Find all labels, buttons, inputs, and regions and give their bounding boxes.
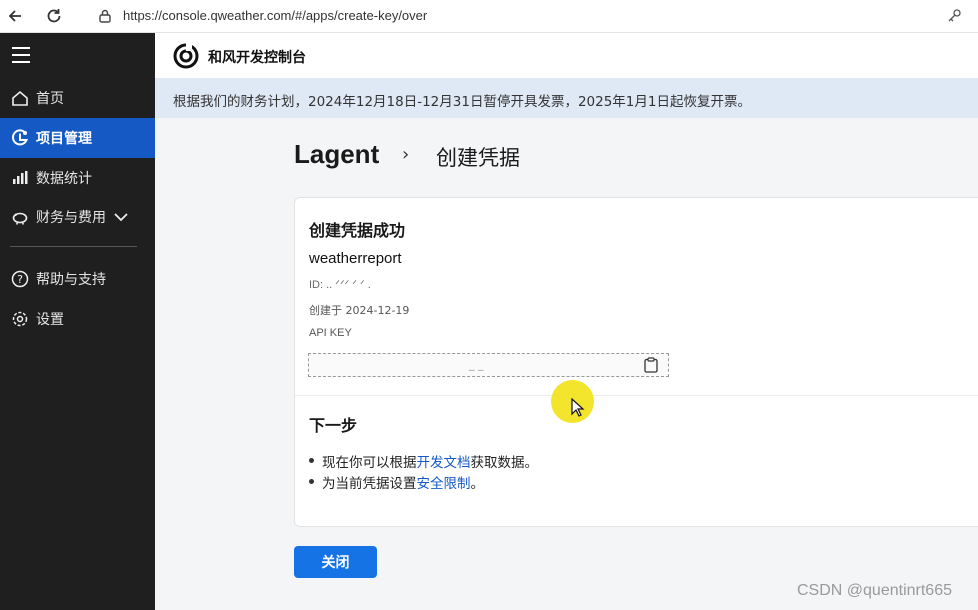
sidebar-item-label: 帮助与支持 xyxy=(36,272,106,288)
reload-button[interactable] xyxy=(42,4,66,28)
sidebar-item-home[interactable]: 首页 xyxy=(0,78,155,118)
sidebar-item-finance[interactable]: 财务与费用 xyxy=(0,197,155,237)
close-button[interactable]: 关闭 xyxy=(294,546,377,578)
sidebar-item-settings[interactable]: 设置 xyxy=(0,299,155,339)
sidebar-item-stats[interactable]: 数据统计 xyxy=(0,158,155,198)
sidebar-item-label: 财务与费用 xyxy=(36,210,106,226)
project-icon xyxy=(10,128,30,148)
reload-icon xyxy=(47,9,61,23)
sidebar-item-label: 数据统计 xyxy=(36,171,92,187)
credential-id: ID: .. ᐟᐟᐟ ᐟ ᐟ . xyxy=(309,279,371,291)
notice-text: 根据我们的财务计划，2024年12月18日-12月31日暂停开具发票，2025年… xyxy=(173,94,751,110)
qweather-logo-icon[interactable] xyxy=(173,43,199,69)
arrow-left-icon xyxy=(8,10,21,22)
hamburger-icon[interactable] xyxy=(12,47,30,63)
sidebar-divider xyxy=(10,246,137,247)
mouse-cursor-icon xyxy=(571,398,585,417)
step-suffix: 。 xyxy=(470,475,485,492)
home-icon xyxy=(10,88,30,108)
notice-banner: 根据我们的财务计划，2024年12月18日-12月31日暂停开具发票，2025年… xyxy=(155,78,978,118)
apikey-label: API KEY xyxy=(309,327,352,339)
clipboard-icon[interactable] xyxy=(644,357,658,373)
sidebar-item-label: 首页 xyxy=(36,91,64,107)
app-header: 和风开发控制台 xyxy=(155,33,978,78)
list-item: 为当前凭据设置 安全限制 。 xyxy=(309,471,538,492)
address-bar[interactable]: https://console.qweather.com/#/apps/crea… xyxy=(84,4,972,29)
credential-result-card: 创建凭据成功 weatherreport ID: .. ᐟᐟᐟ ᐟ ᐟ . 创建… xyxy=(294,197,978,527)
page-title: 创建凭据 xyxy=(436,146,520,170)
piggy-bank-icon xyxy=(10,207,30,227)
next-steps-list: 现在你可以根据 开发文档 获取数据。 为当前凭据设置 安全限制 。 xyxy=(309,450,538,492)
help-icon: ? xyxy=(10,269,30,289)
step-suffix: 获取数据。 xyxy=(470,454,539,471)
card-divider xyxy=(295,395,978,396)
bullet xyxy=(309,479,314,484)
sidebar-item-projects[interactable]: 项目管理 xyxy=(0,118,155,158)
gear-icon xyxy=(10,309,30,329)
url-text: https://console.qweather.com/#/apps/crea… xyxy=(123,8,428,23)
apikey-field[interactable]: _ _ xyxy=(308,353,669,377)
browser-toolbar: https://console.qweather.com/#/apps/crea… xyxy=(0,0,978,33)
security-restriction-link[interactable]: 安全限制 xyxy=(417,472,471,492)
chevron-down-icon[interactable] xyxy=(114,212,128,222)
stats-icon xyxy=(10,168,30,188)
apikey-value: _ _ xyxy=(469,358,484,371)
key-icon[interactable] xyxy=(946,8,962,24)
card-title: 创建凭据成功 xyxy=(309,221,406,240)
breadcrumb-project[interactable]: Lagent xyxy=(294,139,379,170)
breadcrumb-separator: › xyxy=(402,144,410,165)
credential-created-date: 创建于 2024-12-19 xyxy=(309,304,410,317)
sidebar: 首页 项目管理 数据统计 财务与费用 ? 帮助与支持 设置 xyxy=(0,33,155,610)
list-item: 现在你可以根据 开发文档 获取数据。 xyxy=(309,450,538,471)
credential-name: weatherreport xyxy=(309,250,402,267)
sidebar-item-label: 设置 xyxy=(36,312,64,328)
sidebar-item-help[interactable]: ? 帮助与支持 xyxy=(0,259,155,299)
back-button[interactable] xyxy=(3,4,27,28)
bullet xyxy=(309,458,314,463)
watermark: CSDN @quentinrt665 xyxy=(797,582,952,599)
step-prefix: 为当前凭据设置 xyxy=(322,475,417,492)
lock-icon xyxy=(99,9,111,23)
app-title[interactable]: 和风开发控制台 xyxy=(208,47,306,67)
dev-docs-link[interactable]: 开发文档 xyxy=(417,451,471,471)
svg-text:?: ? xyxy=(17,273,23,286)
next-steps-title: 下一步 xyxy=(309,416,358,435)
sidebar-item-label: 项目管理 xyxy=(36,131,92,147)
step-prefix: 现在你可以根据 xyxy=(322,454,417,471)
